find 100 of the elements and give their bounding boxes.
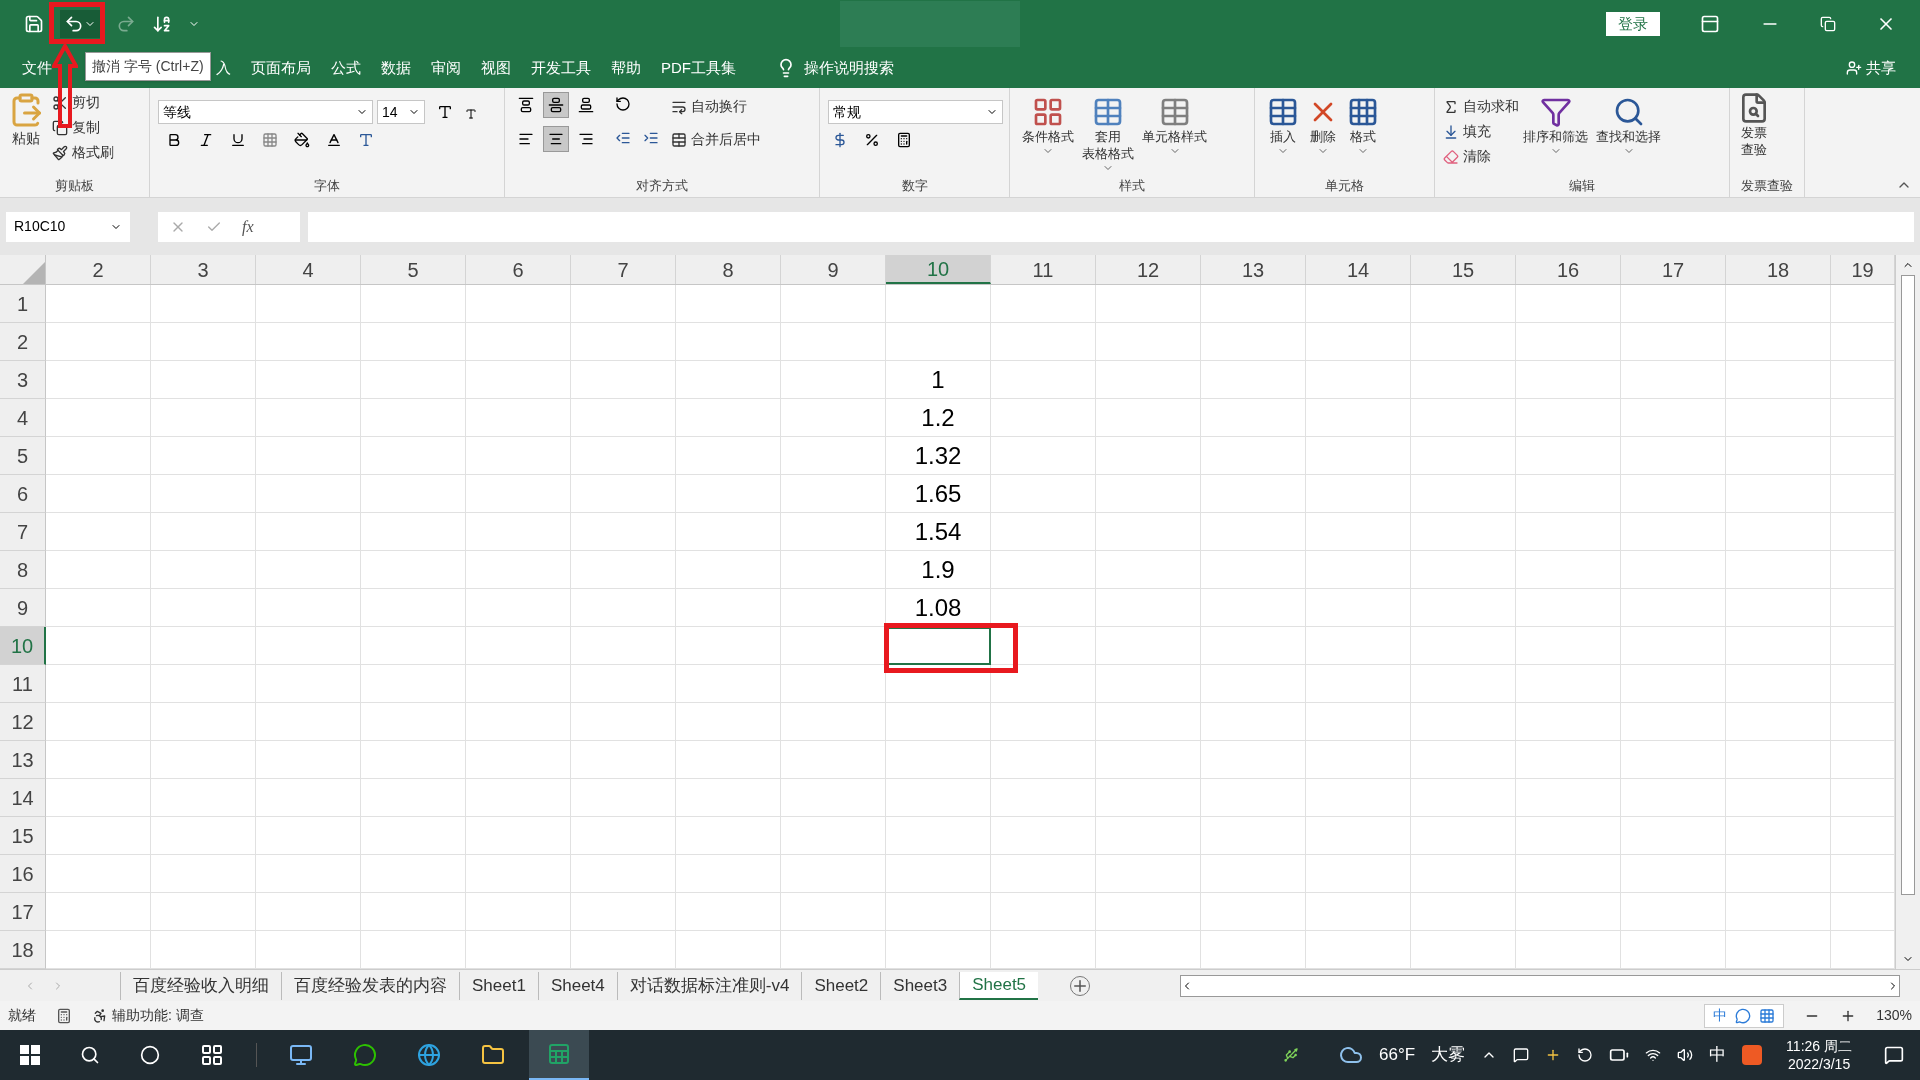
table-cell[interactable] [1621,589,1726,627]
table-cell[interactable] [1621,285,1726,323]
column-header[interactable]: 4 [256,255,361,284]
table-cell[interactable] [256,437,361,475]
table-cell[interactable] [1411,855,1516,893]
table-cell[interactable] [256,779,361,817]
table-cell[interactable] [1096,551,1201,589]
table-cell[interactable] [781,285,886,323]
table-cell[interactable] [1621,779,1726,817]
table-cell[interactable] [1306,665,1411,703]
table-cell[interactable] [1306,285,1411,323]
table-cell[interactable] [466,741,571,779]
increase-indent-icon[interactable] [643,130,659,146]
table-cell[interactable] [1726,779,1831,817]
table-cell[interactable]: 1.32 [886,437,991,475]
table-cell[interactable] [361,437,466,475]
table-cell[interactable] [1306,399,1411,437]
row-header[interactable]: 2 [0,323,46,361]
table-cell[interactable] [1306,551,1411,589]
table-cell[interactable] [361,855,466,893]
clear-button[interactable]: 清除 [1443,146,1519,167]
row-header[interactable]: 13 [0,741,46,779]
table-cell[interactable] [1726,893,1831,931]
table-cell[interactable] [466,323,571,361]
insert-button[interactable]: 插入 [1263,92,1303,175]
underline-icon[interactable] [230,132,246,148]
zoom-level[interactable]: 130% [1876,1005,1912,1026]
table-cell[interactable] [571,893,676,931]
table-cell[interactable] [676,513,781,551]
table-cell[interactable] [781,323,886,361]
table-cell[interactable] [1621,893,1726,931]
table-cell[interactable] [1621,551,1726,589]
table-cell[interactable] [361,285,466,323]
table-cell[interactable] [886,665,991,703]
phonetic-icon[interactable] [358,132,374,148]
table-cell[interactable] [1516,323,1621,361]
table-cell[interactable] [1201,437,1306,475]
table-cell[interactable] [781,513,886,551]
table-cell[interactable] [571,855,676,893]
row-header[interactable]: 4 [0,399,46,437]
table-cell[interactable] [1621,627,1726,665]
undo-icon[interactable] [64,14,84,34]
table-cell[interactable] [781,437,886,475]
table-cell[interactable] [1621,741,1726,779]
column-header[interactable]: 5 [361,255,466,284]
table-cell[interactable] [1201,323,1306,361]
shrink-font-icon[interactable] [465,108,477,120]
table-cell[interactable] [571,361,676,399]
table-cell[interactable] [151,475,256,513]
table-cell[interactable] [1621,855,1726,893]
table-cell[interactable] [676,589,781,627]
table-cell[interactable] [886,817,991,855]
clock-time[interactable]: 11:26 周二 [1786,1037,1852,1055]
table-cell[interactable] [1726,475,1831,513]
sheet-tab[interactable]: 百度经验收入明细 [120,971,281,1000]
clock-date[interactable]: 2022/3/15 [1787,1055,1851,1073]
table-cell[interactable] [1726,855,1831,893]
table-cell[interactable] [1201,665,1306,703]
table-cell[interactable] [1516,779,1621,817]
decimal-icon[interactable] [896,132,912,148]
table-cell[interactable] [1201,741,1306,779]
orientation-icon[interactable] [615,96,631,112]
row-header[interactable]: 11 [0,665,46,703]
taskbar-active-app[interactable] [529,1030,589,1080]
table-cell[interactable] [46,361,151,399]
table-cell[interactable] [1726,399,1831,437]
column-header[interactable]: 3 [151,255,256,284]
table-cell[interactable] [361,779,466,817]
table-cell[interactable] [676,437,781,475]
name-box[interactable]: R10C10 [6,211,130,242]
table-cell[interactable] [676,323,781,361]
table-cell[interactable] [256,741,361,779]
table-cell[interactable] [361,627,466,665]
table-cell[interactable] [571,437,676,475]
table-cell[interactable] [151,779,256,817]
table-cell[interactable] [466,475,571,513]
table-cell[interactable] [1411,361,1516,399]
table-cell[interactable] [1201,589,1306,627]
font-size-field[interactable]: 14 [377,100,425,124]
table-cell[interactable] [1516,551,1621,589]
table-cell[interactable] [46,589,151,627]
table-cell[interactable] [991,399,1096,437]
wifi-icon[interactable] [1645,1047,1662,1063]
table-cell[interactable] [1096,779,1201,817]
table-cell[interactable] [1411,323,1516,361]
table-cell[interactable] [151,323,256,361]
table-cell[interactable] [46,437,151,475]
sort-filter-button[interactable]: 排序和筛选 [1519,92,1592,175]
sheet-tab[interactable]: Sheet1 [459,971,538,1000]
table-cell[interactable] [1411,551,1516,589]
table-cell[interactable] [361,893,466,931]
widget-icon[interactable] [200,1043,224,1067]
table-cell[interactable] [1201,551,1306,589]
decrease-indent-icon[interactable] [615,130,631,146]
table-cell[interactable] [991,779,1096,817]
table-cell[interactable] [361,741,466,779]
menu-tab[interactable]: 文件 [14,52,60,84]
table-cell[interactable] [571,703,676,741]
macro-icon[interactable] [56,1007,72,1024]
table-cell[interactable] [1306,741,1411,779]
